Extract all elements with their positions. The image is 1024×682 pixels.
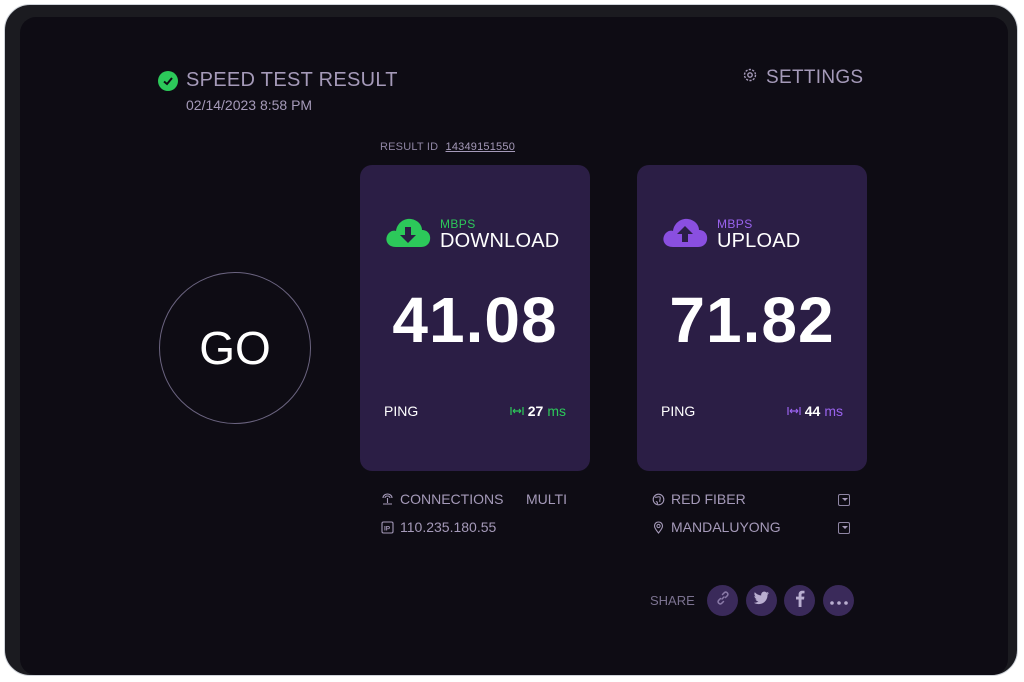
download-value: 41.08 — [392, 284, 558, 356]
device-frame: SPEED TEST RESULT 02/14/2023 8:58 PM SET… — [4, 4, 1018, 676]
upload-ping-unit: ms — [824, 403, 843, 419]
download-card: MBPS DOWNLOAD 41.08 PING 27 ms — [360, 165, 590, 471]
upload-unit: MBPS — [717, 216, 753, 231]
upload-header: MBPS UPLOAD — [661, 215, 800, 254]
page-title-text: SPEED TEST RESULT — [186, 69, 398, 91]
cloud-download-icon — [384, 215, 432, 254]
cloud-upload-icon — [661, 215, 709, 254]
download-header: MBPS DOWNLOAD — [384, 215, 559, 254]
svg-text:IP: IP — [384, 525, 391, 532]
ping-icon — [510, 403, 524, 419]
download-ping: 27 ms — [510, 403, 566, 419]
ip-info: IP 110.235.180.55 — [381, 519, 496, 535]
location-name: MANDALUYONG — [671, 519, 781, 535]
network-icon — [381, 492, 394, 506]
upload-ping-label: PING — [661, 403, 696, 419]
upload-label: UPLOAD — [717, 229, 801, 252]
link-icon — [715, 590, 731, 611]
location-info: MANDALUYONG — [652, 519, 781, 535]
share-label: SHARE — [650, 593, 695, 608]
location-pin-icon — [652, 520, 665, 534]
more-icon — [829, 592, 848, 610]
connections-info: CONNECTIONS — [381, 491, 503, 507]
gear-icon — [742, 67, 758, 89]
upload-value: 71.82 — [669, 284, 835, 356]
globe-icon — [652, 493, 665, 506]
app-screen: SPEED TEST RESULT 02/14/2023 8:58 PM SET… — [20, 17, 1008, 675]
settings-label: SETTINGS — [766, 67, 864, 88]
isp-name: RED FIBER — [671, 491, 746, 507]
share-facebook-button[interactable] — [784, 585, 815, 616]
download-ping-label: PING — [384, 403, 419, 419]
result-id: RESULT ID 14349151550 — [380, 141, 515, 153]
connections-label: CONNECTIONS — [400, 491, 504, 507]
upload-card: MBPS UPLOAD 71.82 PING 44 ms — [637, 165, 867, 471]
download-ping-row: PING 27 ms — [384, 403, 566, 419]
test-datetime: 02/14/2023 8:58 PM — [186, 97, 313, 113]
ip-address: 110.235.180.55 — [400, 519, 497, 535]
settings-button[interactable]: SETTINGS — [742, 67, 863, 89]
ping-icon — [787, 403, 801, 419]
share-twitter-button[interactable] — [746, 585, 777, 616]
upload-ping-row: PING 44 ms — [661, 403, 843, 419]
upload-ping-value: 44 — [804, 403, 821, 419]
connections-value: MULTI — [526, 491, 567, 507]
page-title: SPEED TEST RESULT — [158, 69, 398, 92]
share-more-button[interactable] — [823, 585, 854, 616]
download-unit: MBPS — [440, 216, 476, 231]
isp-dropdown[interactable] — [838, 494, 850, 506]
check-icon — [158, 70, 178, 91]
go-button[interactable]: GO — [159, 272, 311, 424]
result-id-link[interactable]: 14349151550 — [446, 141, 516, 153]
result-id-label: RESULT ID — [380, 141, 439, 153]
upload-ping: 44 ms — [787, 403, 843, 419]
location-dropdown[interactable] — [838, 522, 850, 534]
facebook-icon — [795, 590, 805, 612]
download-ping-unit: ms — [547, 403, 566, 419]
download-ping-value: 27 — [527, 403, 544, 419]
ip-icon: IP — [381, 520, 394, 534]
isp-info: RED FIBER — [652, 491, 746, 507]
share-link-button[interactable] — [707, 585, 738, 616]
twitter-icon — [753, 591, 770, 610]
download-label: DOWNLOAD — [440, 229, 560, 252]
